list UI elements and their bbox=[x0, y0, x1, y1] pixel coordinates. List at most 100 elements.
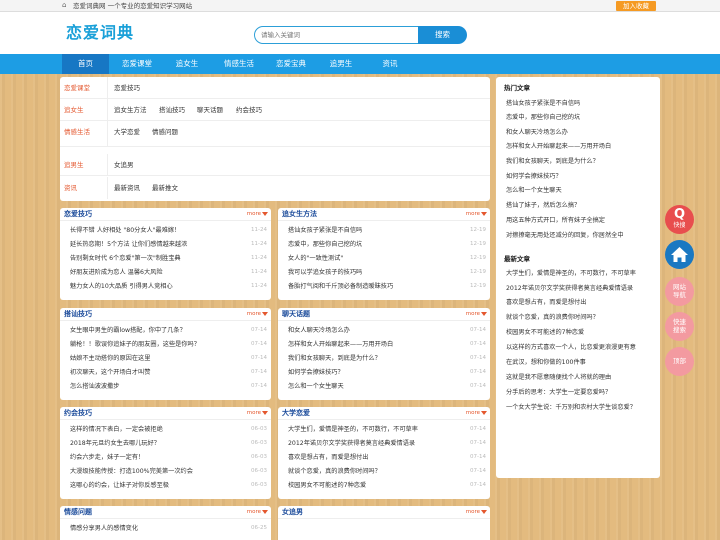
category-link[interactable]: 聊天话题 bbox=[197, 99, 223, 121]
item-title[interactable]: 我们和女孩聊天，到底是为什么？ bbox=[288, 352, 381, 365]
new-article[interactable]: 大学生们，爱情是神圣的，不可数行，不可草率 bbox=[506, 268, 636, 277]
list-item[interactable]: 我可以学追女孩子的技巧吗 12-19 bbox=[278, 266, 490, 279]
item-title[interactable]: 女人的"一致性测试" bbox=[288, 252, 343, 265]
item-title[interactable]: 2012年诺贝尔文学奖获得者莫言经典爱情语录 bbox=[288, 437, 415, 450]
item-title[interactable]: 怎么搭讪波波撒步 bbox=[70, 380, 120, 393]
list-item[interactable]: 大学生们，爱情是神圣的，不可数行，不可草率 07-14 bbox=[278, 423, 490, 436]
list-item[interactable]: 怎么和一个女生聊天 07-14 bbox=[278, 380, 490, 393]
list-item[interactable]: 延长热恋期！5个方法 让你们感情越来越浓 11-24 bbox=[60, 238, 271, 251]
list-item[interactable]: 姑娘不主动搭你的原因在这里 07-14 bbox=[60, 352, 271, 365]
search-input[interactable] bbox=[254, 26, 419, 44]
item-title[interactable]: 喜欢是想占有，而爱是想付出 bbox=[288, 451, 368, 464]
item-title[interactable]: 备胎打气阅和千斤顶必备制造暧昧技巧 bbox=[288, 280, 393, 293]
list-item[interactable]: 告别剩女时代 6个恋爱"第一次"制胜宝典 11-24 bbox=[60, 252, 271, 265]
panel-title[interactable]: 女追男 bbox=[282, 506, 303, 519]
more-link[interactable]: more bbox=[247, 407, 261, 420]
item-title[interactable]: 初次聊天，这个开场白才叫赞 bbox=[70, 366, 150, 379]
more-link[interactable]: more bbox=[247, 208, 261, 221]
nav-news[interactable]: 资讯 bbox=[367, 54, 413, 74]
nav-home[interactable]: 首页 bbox=[62, 54, 109, 74]
panel-title[interactable]: 恋爱技巧 bbox=[64, 208, 92, 221]
list-item[interactable]: 初次聊天，这个开场白才叫赞 07-14 bbox=[60, 366, 271, 379]
list-item[interactable]: 好朋友进阶成为恋人 温馨6大风险 11-24 bbox=[60, 266, 271, 279]
category-label[interactable]: 追女生 bbox=[64, 99, 108, 121]
list-item[interactable]: 这哪心的约会，让妹子对你反感至极 06-03 bbox=[60, 479, 271, 492]
more-link[interactable]: more bbox=[466, 407, 480, 420]
new-article[interactable]: 一个女大学生说：千万别和农村大学生谈恋爱？ bbox=[506, 402, 636, 411]
nav-chase-boys[interactable]: 追男生 bbox=[318, 54, 364, 74]
new-article[interactable]: 校园男女不可能述的7种恋爱 bbox=[506, 327, 584, 336]
list-item[interactable]: 恋爱中，那些你自己挖的坑 12-19 bbox=[278, 238, 490, 251]
category-label[interactable]: 追男生 bbox=[64, 154, 108, 176]
new-article[interactable]: 2012年诺贝尔文学奖获得者莫言经典爱情语录 bbox=[506, 283, 633, 292]
category-label[interactable]: 资讯 bbox=[64, 177, 108, 199]
item-title[interactable]: 长得不错 人好相处 "80分女人"最难嫁！ bbox=[70, 224, 180, 237]
list-item[interactable]: 怎样和女人开始聊起来——万用开场白 07-14 bbox=[278, 338, 490, 351]
new-article[interactable]: 以这样的方式喜欢一个人，比恋爱更浪漫更有意 bbox=[506, 342, 636, 351]
add-favorite-button[interactable]: 加入收藏 bbox=[616, 1, 656, 11]
category-link[interactable]: 追女生方法 bbox=[114, 99, 147, 121]
new-article[interactable]: 就谈个恋爱，真的浪费你时间吗？ bbox=[506, 312, 599, 321]
list-item[interactable]: 长得不错 人好相处 "80分女人"最难嫁！ 11-24 bbox=[60, 224, 271, 237]
panel-title[interactable]: 聊天话题 bbox=[282, 308, 310, 321]
list-item[interactable]: 情感分享男人的感情变化 06-25 bbox=[60, 522, 271, 535]
category-label[interactable]: 恋爱课堂 bbox=[64, 77, 108, 99]
item-title[interactable]: 如何学会撩妹技巧？ bbox=[288, 366, 344, 379]
category-link[interactable]: 恋爱技巧 bbox=[114, 77, 140, 99]
category-link[interactable]: 最新资讯 bbox=[114, 177, 140, 199]
new-article[interactable]: 喜欢是想占有，而爱是想付出 bbox=[506, 297, 586, 306]
item-title[interactable]: 校园男女不可能述的7种恋爱 bbox=[288, 479, 366, 492]
item-title[interactable]: 大漫级技能传授：打造100%完美第一次约会 bbox=[70, 465, 193, 478]
more-link[interactable]: more bbox=[466, 208, 480, 221]
list-item[interactable]: 我们和女孩聊天，到底是为什么？ 07-14 bbox=[278, 352, 490, 365]
list-item[interactable]: 备胎打气阅和千斤顶必备制造暧昧技巧 12-19 bbox=[278, 280, 490, 293]
list-item[interactable]: 和女人聊天冷场怎么办 07-14 bbox=[278, 324, 490, 337]
item-title[interactable]: 女生眼中男生的霸low搭配，你中了几条？ bbox=[70, 324, 186, 337]
nav-love-class[interactable]: 恋爱课堂 bbox=[112, 54, 162, 74]
category-link[interactable]: 约会技巧 bbox=[236, 99, 262, 121]
item-title[interactable]: 这样的情况下表白，一定会被拒绝 bbox=[70, 423, 163, 436]
category-link[interactable]: 搭讪技巧 bbox=[159, 99, 185, 121]
list-item[interactable]: 2012年诺贝尔文学奖获得者莫言经典爱情语录 07-14 bbox=[278, 437, 490, 450]
hot-article[interactable]: 搭讪了妹子，然后怎么搞？ bbox=[506, 200, 580, 209]
new-article[interactable]: 这就是我不愿意随便找个人将就的理由 bbox=[506, 372, 611, 381]
more-link[interactable]: more bbox=[247, 506, 261, 519]
list-item[interactable]: 约会六步走，妹子一定有！ 06-03 bbox=[60, 451, 271, 464]
item-title[interactable]: 怎样和女人开始聊起来——万用开场白 bbox=[288, 338, 393, 351]
item-title[interactable]: 2018年元旦约女生去哪儿玩好？ bbox=[70, 437, 160, 450]
item-title[interactable]: 告别剩女时代 6个恋爱"第一次"制胜宝典 bbox=[70, 252, 181, 265]
hot-article[interactable]: 如何学会撩妹技巧？ bbox=[506, 171, 562, 180]
more-link[interactable]: more bbox=[466, 308, 480, 321]
list-item[interactable]: 2018年元旦约女生去哪儿玩好？ 06-03 bbox=[60, 437, 271, 450]
item-title[interactable]: 延长热恋期！5个方法 让你们感情越来越浓 bbox=[70, 238, 187, 251]
item-title[interactable]: 恋爱中，那些你自己挖的坑 bbox=[288, 238, 362, 251]
panel-title[interactable]: 搭讪技巧 bbox=[64, 308, 92, 321]
panel-title[interactable]: 情感问题 bbox=[64, 506, 92, 519]
category-link[interactable]: 大学恋爱 bbox=[114, 121, 140, 143]
nav-chase-girls[interactable]: 追女生 bbox=[164, 54, 210, 74]
hot-article[interactable]: 和女人聊天冷场怎么办 bbox=[506, 127, 568, 136]
panel-title[interactable]: 约会技巧 bbox=[64, 407, 92, 420]
list-item[interactable]: 这样的情况下表白，一定会被拒绝 06-03 bbox=[60, 423, 271, 436]
more-link[interactable]: more bbox=[466, 506, 480, 519]
category-link[interactable]: 情感问题 bbox=[152, 121, 178, 143]
site-nav-button[interactable]: 网站导航 bbox=[665, 277, 694, 306]
item-title[interactable]: 魅力女人的10大品质 引得男人竞相心 bbox=[70, 280, 173, 293]
item-title[interactable]: 躺枪！！歌误你追妹子的朋友圈，这些是你吗？ bbox=[70, 338, 200, 351]
item-title[interactable]: 这哪心的约会，让妹子对你反感至极 bbox=[70, 479, 169, 492]
hot-article[interactable]: 我们和女孩聊天，到底是为什么？ bbox=[506, 156, 599, 165]
list-item[interactable]: 搭讪女孩子紧张是不自信吗 12-19 bbox=[278, 224, 490, 237]
back-to-top-button[interactable]: 顶部 bbox=[665, 347, 694, 376]
hot-article[interactable]: 搭讪女孩子紧张是不自信吗 bbox=[506, 98, 580, 107]
hot-article[interactable]: 怎样和女人开始聊起来——万用开场白 bbox=[506, 141, 611, 150]
hot-article[interactable]: 怎么和一个女生聊天 bbox=[506, 185, 562, 194]
item-title[interactable]: 就谈个恋爱，真的浪费你时间吗？ bbox=[288, 465, 381, 478]
hot-article[interactable]: 对擦撩毫无用处还减分的回复，你居然全中 bbox=[506, 230, 624, 239]
item-title[interactable]: 姑娘不主动搭你的原因在这里 bbox=[70, 352, 150, 365]
list-item[interactable]: 校园男女不可能述的7种恋爱 07-14 bbox=[278, 479, 490, 492]
panel-title[interactable]: 追女生方法 bbox=[282, 208, 317, 221]
list-item[interactable]: 怎么搭讪波波撒步 07-14 bbox=[60, 380, 271, 393]
item-title[interactable]: 搭讪女孩子紧张是不自信吗 bbox=[288, 224, 362, 237]
home-button[interactable] bbox=[665, 240, 694, 269]
item-title[interactable]: 我可以学追女孩子的技巧吗 bbox=[288, 266, 362, 279]
